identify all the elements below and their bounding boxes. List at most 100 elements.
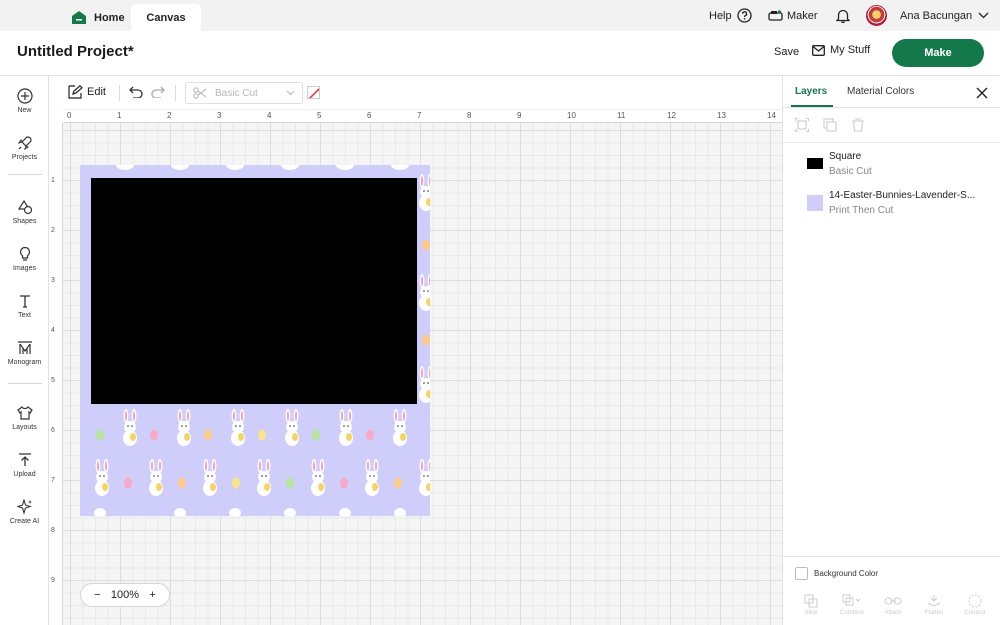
trash-icon[interactable] [851, 118, 865, 132]
ruler-tick-label: 6 [367, 111, 372, 120]
sidebar-item-images[interactable]: Images [0, 246, 49, 272]
combine-button[interactable]: Combine [834, 594, 870, 616]
edit-button[interactable]: Edit [68, 85, 106, 99]
rocket-icon [17, 136, 32, 151]
ruler-tick-label: 8 [51, 527, 55, 534]
undo-button[interactable] [129, 85, 143, 103]
sidebar-item-layouts[interactable]: Layouts [0, 405, 49, 431]
checkbox[interactable] [795, 567, 808, 580]
sidebar-item-label: Shapes [12, 218, 37, 225]
operation-select[interactable]: Basic Cut [185, 82, 303, 104]
ruler-tick-label: 4 [267, 111, 272, 120]
flatten-button[interactable]: Flatten [916, 594, 952, 616]
upload-icon [18, 453, 31, 466]
flatten-icon [927, 595, 941, 607]
sidebar-item-monogram[interactable]: Monogram [0, 340, 49, 366]
no-color-icon [308, 87, 319, 98]
tab-home-label: Home [94, 11, 125, 24]
machine-icon [768, 9, 783, 21]
project-header: Untitled Project* Save My Stuff Make [0, 31, 1000, 76]
attach-icon [884, 597, 902, 605]
layer-item-image[interactable]: 14-Easter-Bunnies-Lavender-S... Print Th… [807, 190, 975, 216]
envelope-icon [812, 44, 825, 56]
sparkle-icon [16, 499, 32, 515]
ruler-tick-label: 1 [117, 111, 122, 120]
sidebar-item-label: Upload [13, 471, 36, 478]
slice-button[interactable]: Slice [793, 594, 829, 616]
top-nav: Home Canvas Help Maker Ana Bacungan [0, 0, 1000, 31]
ruler-tick-label: 12 [667, 111, 676, 120]
maker-label: Maker [787, 9, 818, 22]
sidebar-item-label: Create AI [9, 518, 40, 525]
save-button[interactable]: Save [774, 46, 799, 58]
page-title[interactable]: Untitled Project* [17, 43, 134, 60]
attach-button[interactable]: Attach [875, 594, 911, 616]
ruler-tick-label: 9 [51, 577, 55, 584]
ruler-corner [49, 109, 63, 123]
background-color-toggle[interactable]: Background Color [795, 567, 878, 580]
contour-button[interactable]: Contour [957, 594, 993, 616]
ruler-tick-label: 0 [67, 111, 72, 120]
sidebar-item-create-ai[interactable]: Create AI [0, 499, 49, 525]
layer-thumbnail [807, 195, 823, 211]
tab-home[interactable]: Home [72, 4, 125, 31]
make-button[interactable]: Make [892, 39, 984, 67]
toolbar-divider [119, 85, 120, 101]
ruler-tick-label: 7 [417, 111, 422, 120]
user-menu[interactable]: Ana Bacungan [900, 0, 989, 31]
sidebar-item-label: New [17, 107, 32, 114]
ruler-tick-label: 7 [51, 477, 55, 484]
layer-item-square[interactable]: Square Basic Cut [807, 151, 872, 177]
ruler-vertical: 1 2 3 4 5 6 7 8 9 [49, 123, 63, 625]
sidebar-item-projects[interactable]: Projects [0, 135, 49, 161]
avatar[interactable] [866, 5, 887, 26]
zoom-level: 100% [110, 589, 140, 601]
ruler-tick-label: 11 [617, 111, 626, 120]
linetype-color-swatch[interactable] [307, 86, 320, 99]
ruler-tick-label: 2 [167, 111, 172, 120]
sidebar-item-new[interactable]: New [0, 88, 49, 114]
ruler-tick-label: 8 [467, 111, 472, 120]
ruler-tick-label: 4 [51, 327, 55, 334]
machine-selector[interactable]: Maker [768, 0, 818, 31]
help-button[interactable]: Help [709, 0, 752, 31]
sidebar-item-shapes[interactable]: Shapes [0, 199, 49, 225]
slice-label: Slice [804, 610, 818, 616]
sidebar-item-label: Projects [11, 154, 38, 161]
combine-label: Combine [839, 610, 864, 616]
close-panel-button[interactable] [976, 86, 988, 104]
panel-divider [783, 142, 1000, 143]
ruler-tick-label: 9 [517, 111, 522, 120]
square-shape[interactable] [91, 178, 417, 404]
zoom-control: − 100% + [80, 583, 170, 607]
ruler-tick-label: 14 [767, 111, 776, 120]
tab-material-colors[interactable]: Material Colors [847, 86, 914, 97]
panel-divider [783, 556, 1000, 557]
zoom-out-button[interactable]: − [94, 589, 100, 601]
tab-canvas[interactable]: Canvas [131, 4, 201, 31]
flatten-label: Flatten [924, 610, 944, 616]
sidebar-item-label: Layouts [12, 424, 37, 431]
notifications-button[interactable] [836, 0, 850, 31]
bell-icon [836, 9, 850, 23]
layer-actions [795, 118, 865, 132]
zoom-in-button[interactable]: + [149, 589, 155, 601]
tab-layers[interactable]: Layers [795, 86, 827, 97]
tab-canvas-label: Canvas [146, 11, 186, 24]
ruler-tick-label: 3 [51, 277, 55, 284]
layer-operation: Basic Cut [829, 166, 872, 177]
layer-name: 14-Easter-Bunnies-Lavender-S... [829, 190, 976, 201]
my-stuff-button[interactable]: My Stuff [812, 44, 870, 56]
duplicate-icon[interactable] [823, 118, 837, 132]
sidebar-item-text[interactable]: Text [0, 293, 49, 319]
attach-label: Attach [884, 610, 902, 616]
layer-name: Square [829, 151, 862, 162]
sidebar-item-upload[interactable]: Upload [0, 452, 49, 478]
design-canvas[interactable] [63, 123, 782, 625]
sidebar-item-label: Monogram [7, 359, 42, 366]
group-icon[interactable] [795, 118, 809, 132]
sidebar-divider [8, 383, 42, 384]
shapes-icon [17, 199, 32, 215]
redo-button[interactable] [151, 85, 165, 103]
ruler-tick-label: 5 [51, 377, 55, 384]
